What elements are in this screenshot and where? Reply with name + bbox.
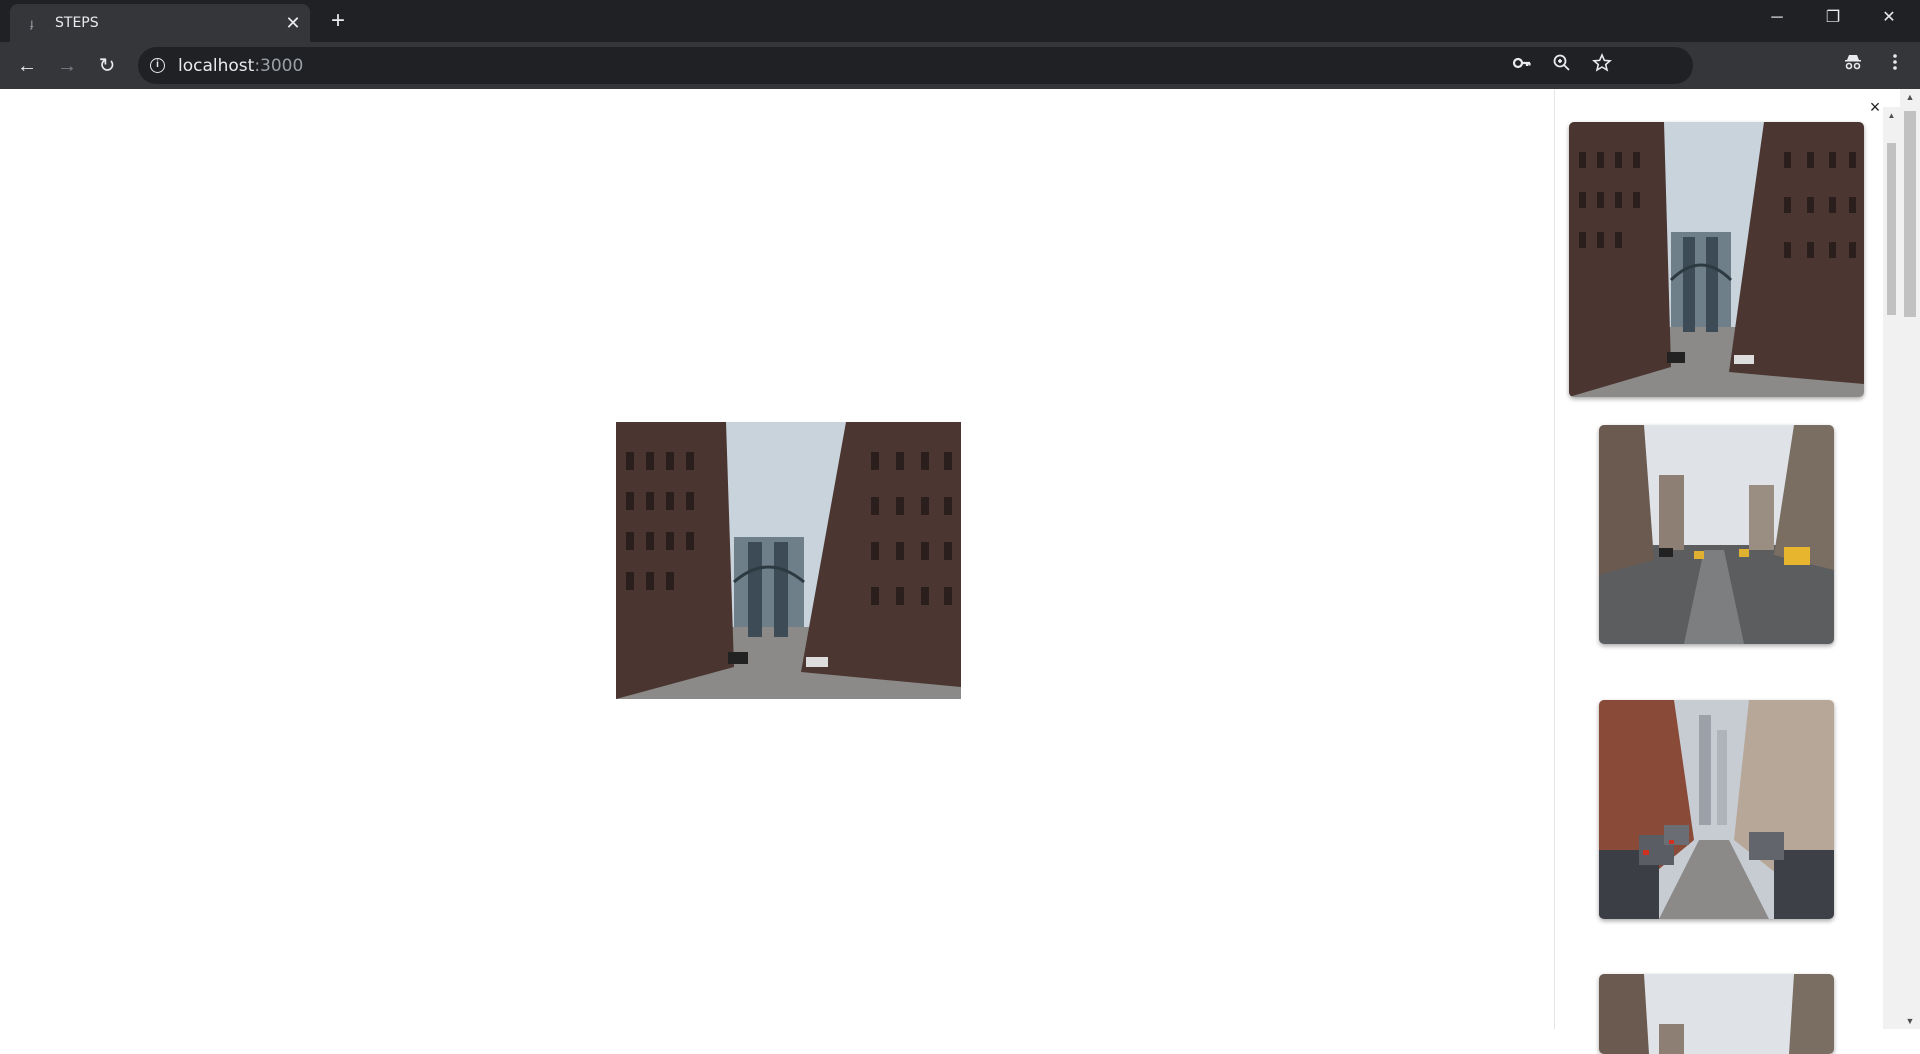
browser-titlebar: ɟ STEPS ✕ + ─ ❐ ✕: [0, 0, 1920, 42]
panel-scrollbar[interactable]: ▲: [1883, 107, 1900, 1029]
page-scroll-down-icon[interactable]: ▼: [1904, 1015, 1916, 1027]
thumbnail-cobblestone-street[interactable]: [1599, 700, 1834, 919]
thumbnail-panel: × ▲: [1554, 89, 1900, 1054]
main-photo[interactable]: [616, 422, 961, 699]
manhattan-bridge-thumb-photo: [1569, 122, 1864, 397]
city-avenue-repeat-photo: [1599, 974, 1834, 1054]
back-button[interactable]: ←: [12, 51, 42, 81]
manhattan-bridge-photo: [616, 422, 961, 699]
page-scroll-up-icon[interactable]: ▲: [1904, 91, 1916, 103]
page-scroll-thumb[interactable]: [1904, 111, 1916, 317]
cobblestone-street-photo: [1599, 700, 1834, 919]
tab-favicon-icon: ɟ: [30, 16, 34, 30]
incognito-icon[interactable]: [1838, 51, 1868, 81]
panel-scroll-up-icon[interactable]: ▲: [1887, 111, 1896, 121]
key-icon[interactable]: [1509, 53, 1535, 79]
panel-close-icon[interactable]: ×: [1865, 97, 1885, 117]
city-avenue-photo: [1599, 425, 1834, 644]
menu-kebab-icon[interactable]: [1880, 51, 1910, 81]
page-viewport: × ▲ ▲ ▼: [0, 89, 1920, 1054]
page-scrollbar[interactable]: ▲ ▼: [1900, 89, 1920, 1029]
browser-toolbar: ← → ↻ i localhost:3000: [0, 42, 1920, 89]
site-info-icon[interactable]: i: [150, 58, 165, 73]
panel-scroll-thumb[interactable]: [1887, 143, 1896, 315]
thumbnail-city-avenue-repeat[interactable]: [1599, 974, 1834, 1054]
new-tab-button[interactable]: +: [325, 8, 351, 34]
thumbnail-city-avenue[interactable]: [1599, 425, 1834, 644]
restore-button[interactable]: ❐: [1808, 0, 1858, 36]
url-text: localhost:3000: [178, 56, 304, 76]
window-close-button[interactable]: ✕: [1864, 0, 1914, 36]
reload-button[interactable]: ↻: [92, 51, 122, 81]
forward-button[interactable]: →: [52, 51, 82, 81]
browser-tab[interactable]: ɟ STEPS ✕: [10, 4, 310, 42]
tab-title: STEPS: [55, 15, 99, 31]
bookmark-star-icon[interactable]: [1589, 53, 1615, 79]
thumbnail-manhattan-bridge[interactable]: [1569, 122, 1864, 397]
zoom-icon[interactable]: [1549, 53, 1575, 79]
tab-close-icon[interactable]: ✕: [282, 12, 304, 34]
minimize-button[interactable]: ─: [1752, 0, 1802, 36]
address-bar[interactable]: i localhost:3000: [138, 47, 1693, 84]
